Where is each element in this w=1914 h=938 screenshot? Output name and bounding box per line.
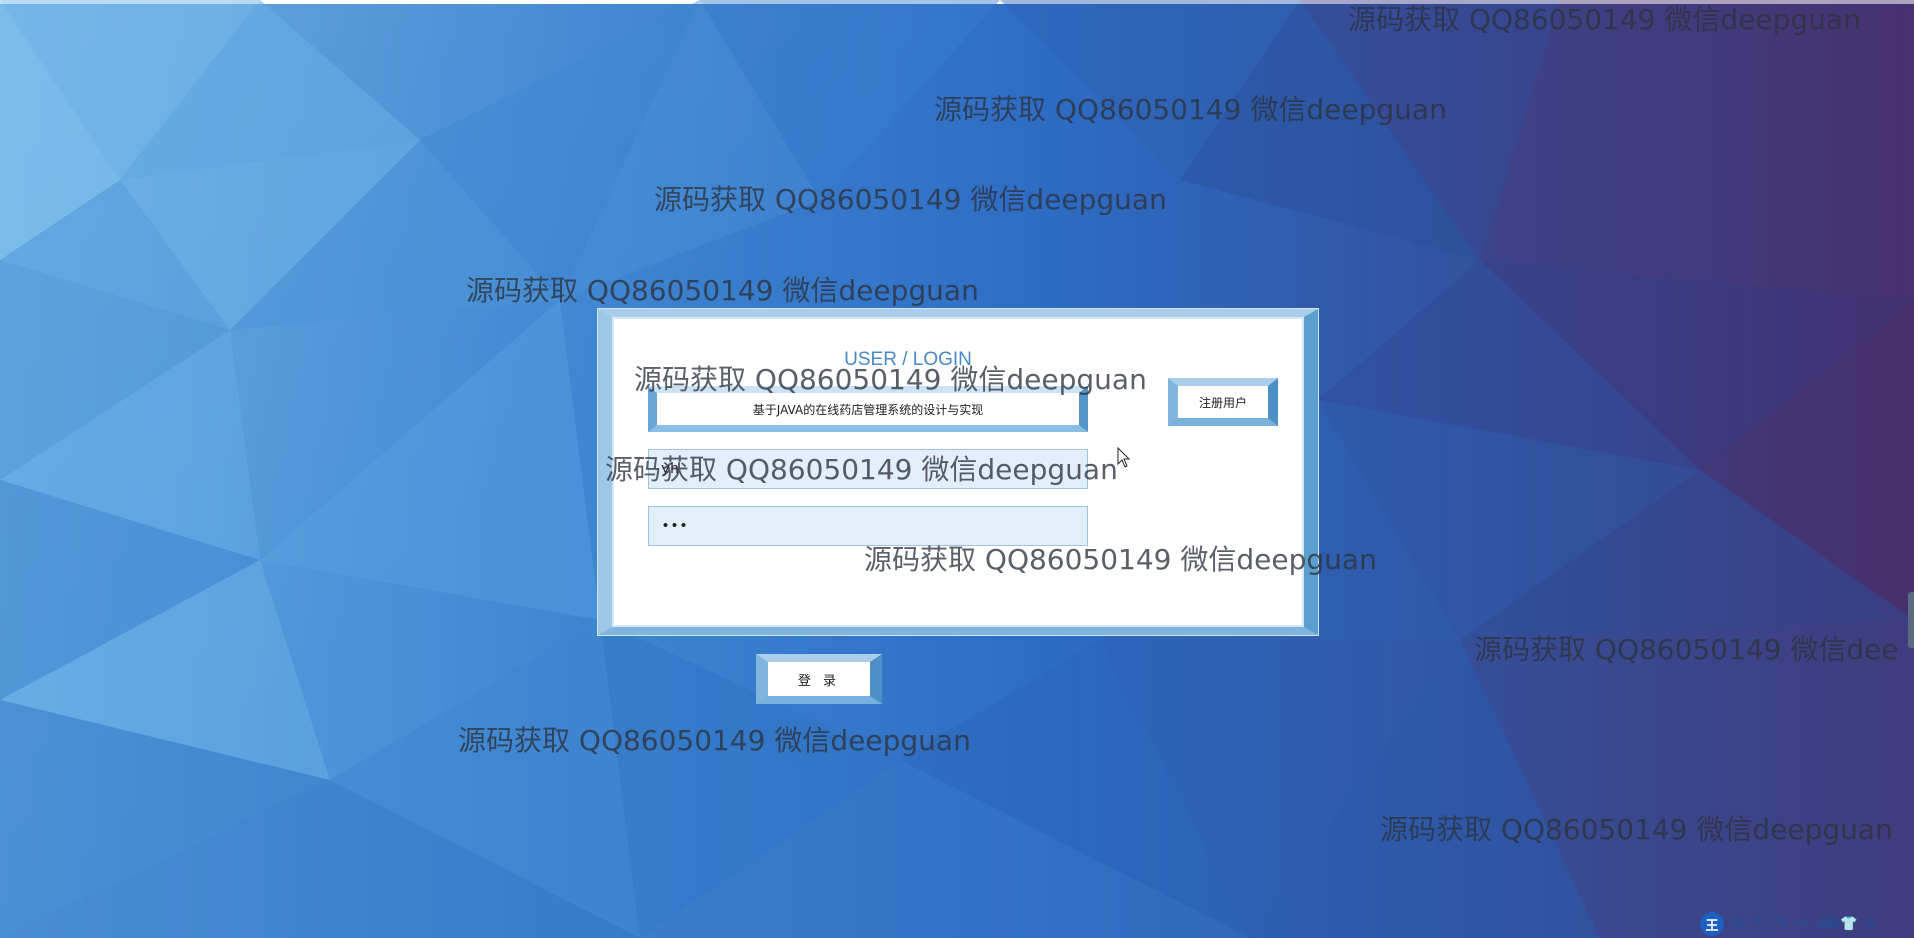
ime-mode-toggle[interactable]: 中 [1730,914,1746,934]
project-title: 基于JAVA的在线药店管理系统的设计与实现 [752,402,984,417]
project-title-box: 基于JAVA的在线药店管理系统的设计与实现 [648,386,1088,432]
register-button[interactable]: 注册用户 [1168,378,1278,426]
login-page: 源码获取 QQ86050149 微信deepguan 源码获取 QQ860501… [0,0,1914,938]
username-field[interactable] [648,449,1088,489]
login-title: USER / LOGIN [844,349,972,370]
login-button[interactable]: 登 录 [756,654,882,704]
keyboard-icon[interactable]: ⌨ [1818,916,1838,932]
scissors-icon[interactable]: ✂ [1796,916,1812,932]
ime-logo-icon[interactable]: 王 [1700,912,1724,936]
pen-icon[interactable]: ✎ [1774,916,1790,932]
mouse-cursor-icon [1117,447,1131,468]
password-field[interactable] [648,506,1088,546]
skin-icon[interactable]: 👕 [1840,916,1857,932]
settings-icon[interactable]: ⚙ [1862,916,1878,932]
side-panel-tab[interactable] [1908,592,1914,648]
ime-toolbar[interactable]: 王 中 °, ✎ ✂ ⌨ 👕 ⚙ [1700,910,1900,938]
punctuation-icon[interactable]: °, [1752,916,1768,932]
